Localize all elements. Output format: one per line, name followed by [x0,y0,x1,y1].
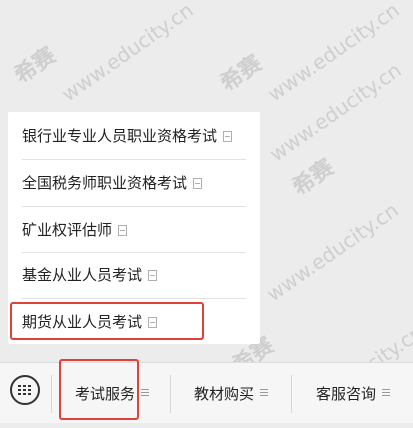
menu-lines-icon [260,387,268,398]
submenu-icon [193,178,203,189]
menu-item-label: 矿业权评估师 [22,221,113,239]
menu-item-label: 基金从业人员考试 [22,266,143,284]
exam-services-highlight [59,359,139,420]
divider [291,375,292,413]
submenu-icon [223,131,233,142]
watermark-logo: 希赛 [288,155,339,201]
keyboard-icon[interactable] [10,375,40,405]
submenu-icon [118,225,128,236]
menu-lines-icon [141,387,149,398]
watermark-url: www.educity.cn [57,0,198,107]
tab-label: 教材购买 [193,385,254,403]
menu-item-fund-exam[interactable]: 基金从业人员考试 [8,252,260,297]
tab-customer-service[interactable]: 客服咨询 [293,363,413,424]
futures-exam-highlight [10,302,204,340]
menu-item-tax-exam[interactable]: 全国税务师职业资格考试 [8,160,260,205]
watermark-logo: 希赛 [10,43,61,89]
menu-item-banking-exam[interactable]: 银行业专业人员职业资格考试 [8,113,260,158]
menu-item-mining-appraiser[interactable]: 矿业权评估师 [8,207,260,252]
menu-lines-icon [382,387,390,398]
menu-item-label: 全国税务师职业资格考试 [22,174,188,192]
divider [51,375,52,413]
tab-label: 客服咨询 [315,385,376,403]
watermark-url: www.educity.cn [265,57,406,167]
watermark-url: www.educity.cn [262,197,403,307]
menu-item-label: 银行业专业人员职业资格考试 [22,127,218,145]
watermark-url: www.educity.cn [263,0,404,107]
tab-buy-textbooks[interactable]: 教材购买 [172,363,290,424]
submenu-icon [148,270,158,281]
divider [170,375,171,413]
watermark-logo: 希赛 [216,51,267,97]
